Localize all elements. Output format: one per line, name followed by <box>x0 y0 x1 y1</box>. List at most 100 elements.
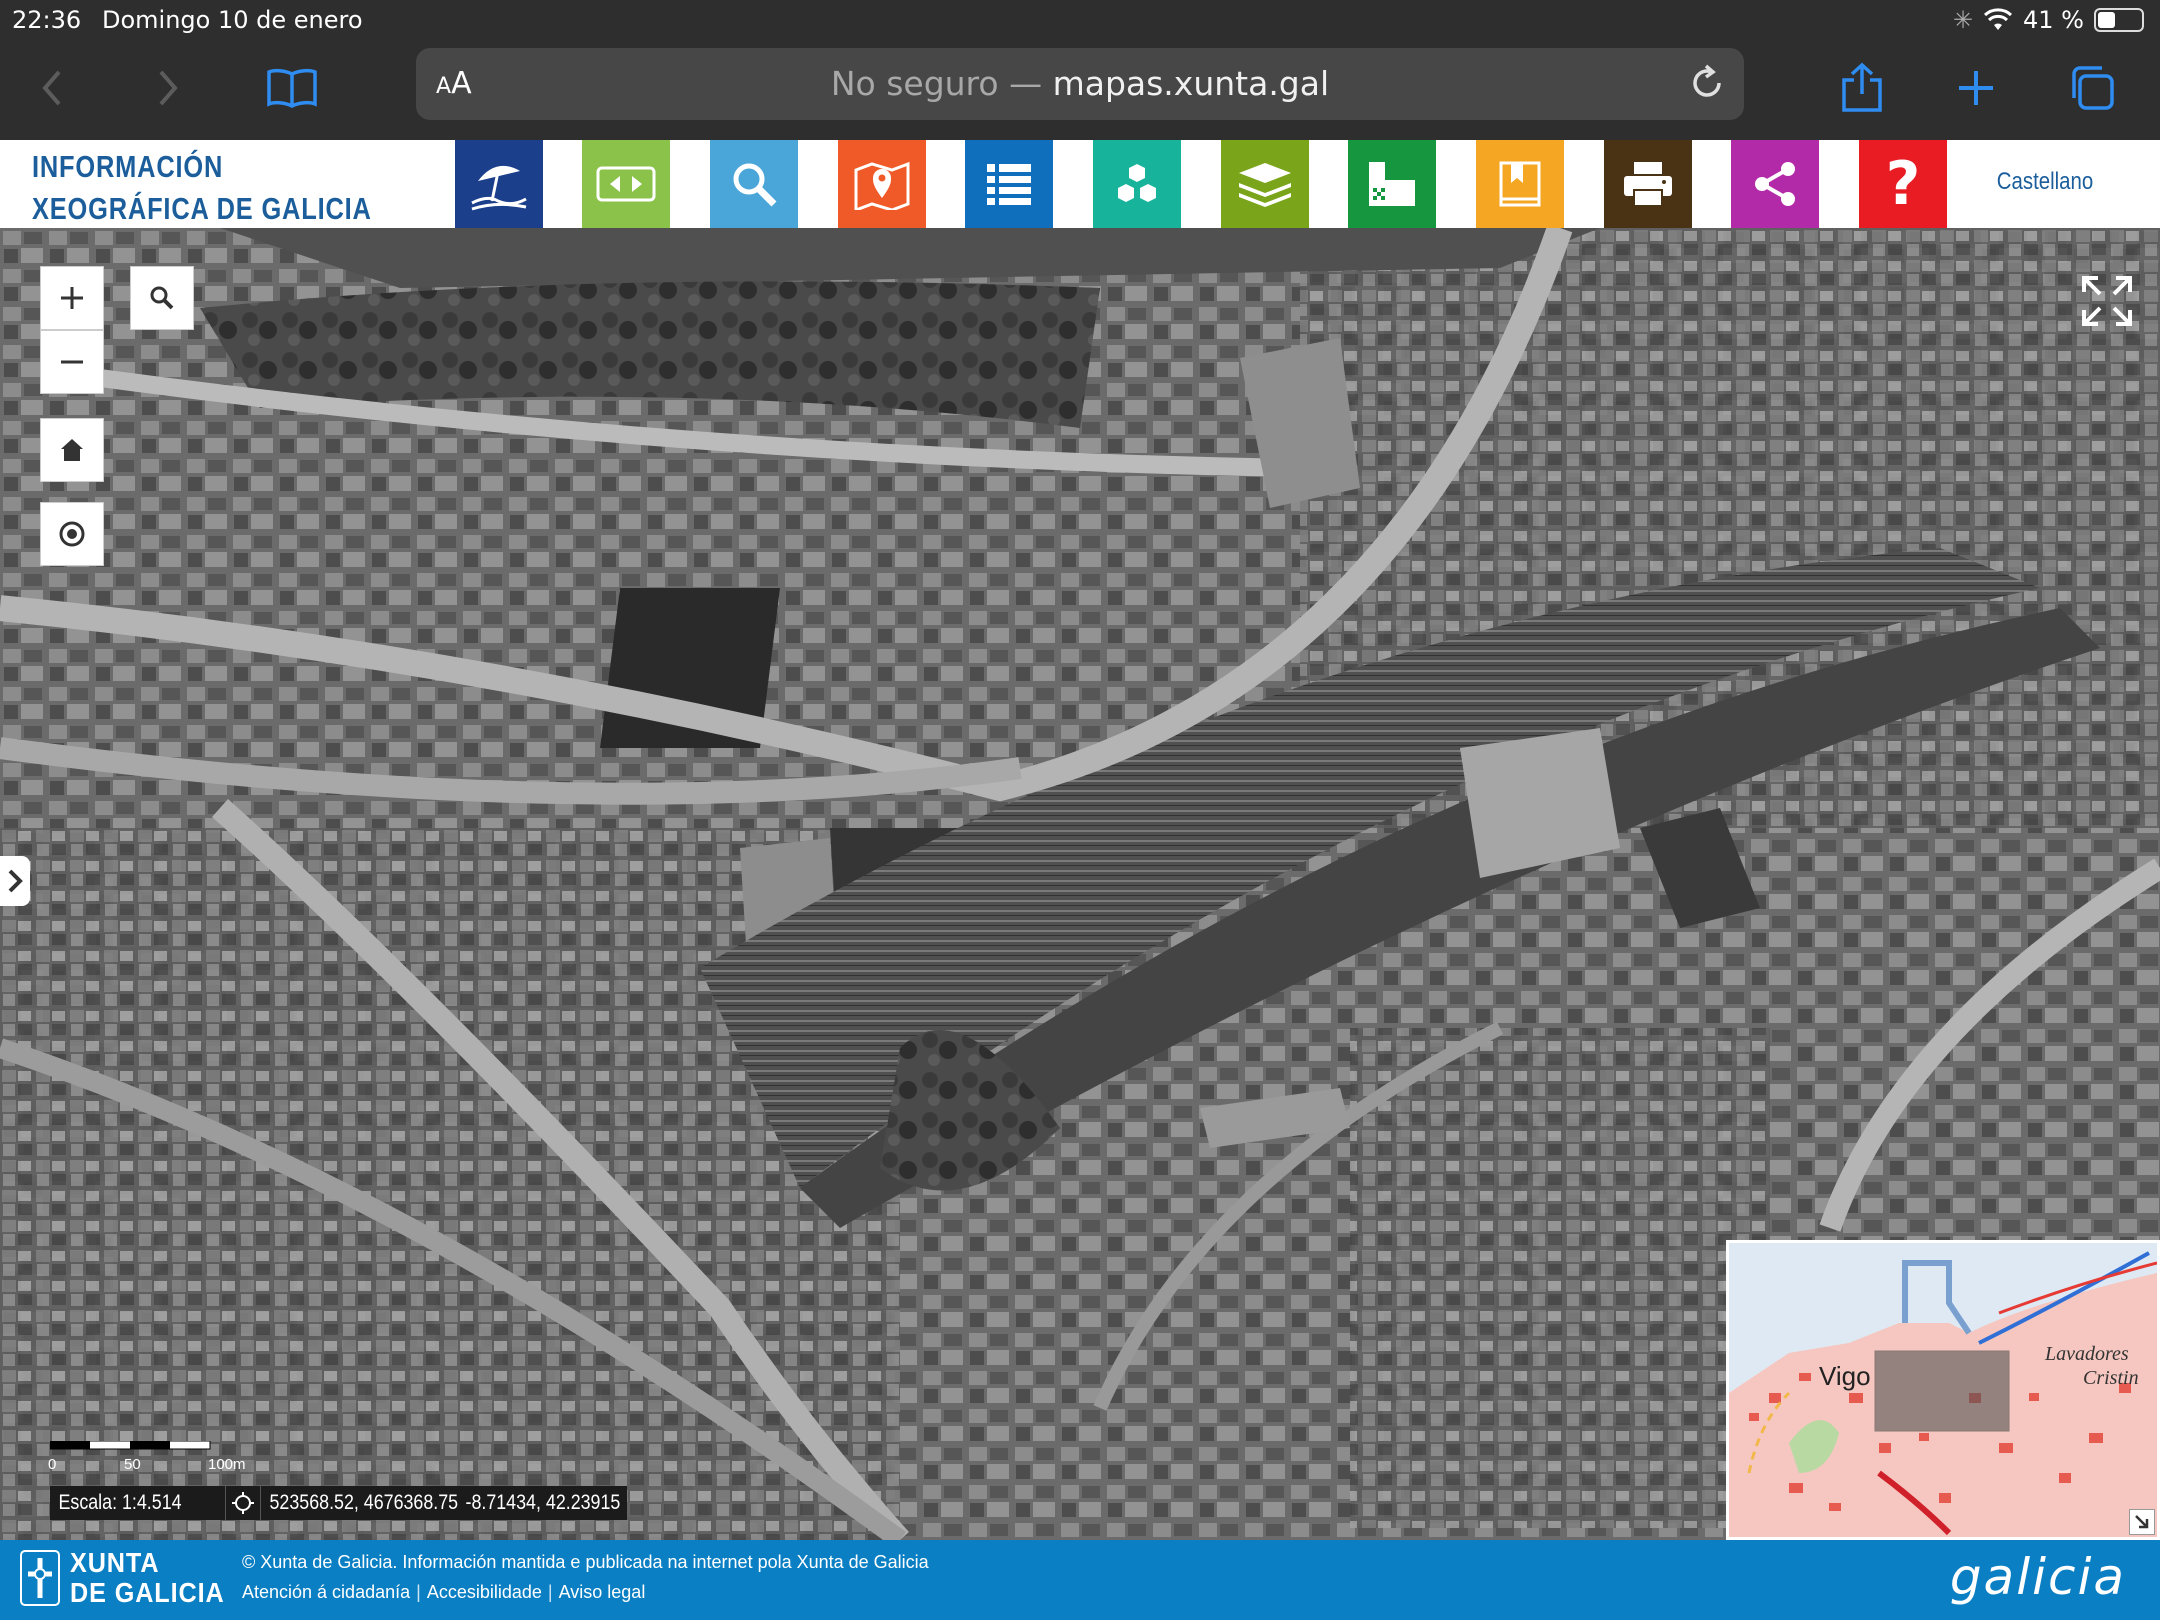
coordinates-toggle[interactable] <box>225 1486 261 1520</box>
share-icon <box>1755 162 1795 206</box>
footer-separator: | <box>416 1582 421 1602</box>
xunta-cross-icon <box>20 1550 60 1606</box>
footer-separator: | <box>547 1582 553 1602</box>
side-panel-toggle[interactable] <box>0 856 30 906</box>
footer-link-legal[interactable]: Aviso legal <box>559 1582 646 1603</box>
home-button[interactable] <box>40 418 104 482</box>
list-icon <box>987 164 1031 205</box>
fullscreen-button[interactable] <box>2080 274 2134 328</box>
xunta-line-1: XUNTA <box>70 1547 160 1578</box>
map-view[interactable]: 0 50 100m Escala: 1:4.514 523568.52, 467… <box>0 228 2160 1540</box>
tabs-icon <box>2072 66 2114 110</box>
chevron-right-icon <box>8 869 23 893</box>
search-icon <box>733 163 777 207</box>
language-selector[interactable]: Castellano <box>1973 168 2118 196</box>
arrow-down-right-icon <box>2135 1515 2149 1529</box>
chevron-left-icon <box>42 70 61 106</box>
plus-icon <box>1959 71 1993 105</box>
nav-button-beach[interactable] <box>455 140 543 228</box>
crosshair-icon <box>232 1492 254 1514</box>
site-header: INFORMACIÓN XEOGRÁFICA DE GALICIA ? Cast… <box>0 140 2160 228</box>
footer-links: Atención á cidadanía | Accesibilidade | … <box>242 1582 645 1603</box>
address-text: No seguro — mapas.xunta.gal <box>416 64 1744 103</box>
tabs-button[interactable] <box>2060 56 2124 120</box>
security-label: No seguro — <box>830 64 1043 103</box>
target-icon <box>59 521 85 547</box>
locate-button[interactable] <box>40 502 104 566</box>
xunta-logo[interactable]: XUNTA DE GALICIA <box>20 1548 242 1608</box>
scale-label: Escala: 1:4.514 <box>58 1491 182 1514</box>
nav-button-layers[interactable] <box>1221 140 1309 228</box>
swap-icon <box>596 166 656 202</box>
xunta-line-2: DE GALICIA <box>70 1577 225 1608</box>
nav-button-print[interactable] <box>1604 140 1692 228</box>
new-tab-button[interactable] <box>1944 56 2008 120</box>
status-time: 22:36 <box>12 6 82 34</box>
footer-link-citizen[interactable]: Atención á cidadanía <box>242 1582 410 1603</box>
wifi-icon <box>1983 8 2013 30</box>
coords-geo: -8.71434, 42.23915 <box>465 1491 621 1514</box>
status-date: Domingo 10 de enero <box>102 6 363 34</box>
browser-toolbar: AA No seguro — mapas.xunta.gal <box>0 40 2160 140</box>
overview-toggle-button[interactable] <box>2129 1509 2155 1535</box>
site-footer: XUNTA DE GALICIA © Xunta de Galicia. Inf… <box>0 1540 2160 1620</box>
galicia-logo[interactable]: galicia <box>1950 1548 2126 1606</box>
bookmark-icon <box>1499 161 1541 207</box>
nav-button-swap[interactable] <box>582 140 670 228</box>
overview-map[interactable]: Vigo Lavadores Cristin <box>1726 1240 2160 1540</box>
home-icon <box>61 439 83 461</box>
nav-button-search[interactable] <box>710 140 798 228</box>
minus-icon <box>61 360 83 364</box>
beach-icon <box>471 165 527 211</box>
footer-link-accessibility[interactable]: Accesibilidade <box>427 1582 542 1603</box>
status-bar: 22:36 Domingo 10 de enero ✳ 41 % <box>0 0 2160 40</box>
zoom-box-button[interactable] <box>130 266 194 330</box>
status-right: ✳ 41 % <box>1953 6 2144 34</box>
hexagons-icon <box>1118 164 1156 202</box>
map-pin-icon <box>854 161 910 210</box>
nav-button-help[interactable]: ? <box>1859 140 1947 228</box>
reload-button[interactable] <box>1688 64 1726 107</box>
grid-icon <box>1369 162 1415 206</box>
overview-label-lavadores: Lavadores <box>2045 1343 2129 1365</box>
forward-button[interactable] <box>136 56 200 120</box>
activity-icon: ✳ <box>1952 6 1974 34</box>
plus-icon <box>61 287 83 309</box>
help-icon: ? <box>1885 149 1921 219</box>
site-brand[interactable]: INFORMACIÓN XEOGRÁFICA DE GALICIA <box>32 146 372 230</box>
reload-icon <box>1693 64 1721 97</box>
overview-map-image <box>1729 1243 2157 1537</box>
scale-ruler <box>49 1440 211 1450</box>
book-icon <box>267 68 317 108</box>
scale-tick-50: 50 <box>124 1456 141 1473</box>
nav-button-share[interactable] <box>1731 140 1819 228</box>
zoom-out-button[interactable] <box>40 330 104 394</box>
address-bar[interactable]: AA No seguro — mapas.xunta.gal <box>416 48 1744 120</box>
expand-icon <box>2082 276 2132 326</box>
search-icon <box>150 286 174 310</box>
back-button[interactable] <box>20 56 84 120</box>
coords-utm: 523568.52, 4676368.75 <box>269 1491 459 1514</box>
overview-label-vigo: Vigo <box>1819 1361 1871 1391</box>
layers-icon <box>1239 163 1291 207</box>
brand-line-2: XEOGRÁFICA DE GALICIA <box>32 191 372 226</box>
nav-button-list[interactable] <box>965 140 1053 228</box>
battery-percent: 41 % <box>2023 6 2084 34</box>
coordinates-bar: Escala: 1:4.514 523568.52, 4676368.75 -8… <box>50 1486 627 1520</box>
address-host: mapas.xunta.gal <box>1052 64 1330 103</box>
scale-bar: 0 50 100m <box>48 1438 250 1478</box>
scale-tick-100: 100m <box>208 1456 246 1473</box>
brand-line-1: INFORMACIÓN <box>32 149 224 184</box>
chevron-right-icon <box>159 70 178 106</box>
nav-button-map[interactable] <box>838 140 926 228</box>
share-icon <box>1842 62 1882 112</box>
overview-label-cristin: Cristin <box>2083 1367 2139 1389</box>
battery-icon <box>2094 8 2144 32</box>
bookmarks-button[interactable] <box>260 56 324 120</box>
nav-button-hexagons[interactable] <box>1093 140 1181 228</box>
share-page-button[interactable] <box>1830 56 1894 120</box>
nav-button-bookmark[interactable] <box>1476 140 1564 228</box>
zoom-in-button[interactable] <box>40 266 104 330</box>
nav-button-grid[interactable] <box>1348 140 1436 228</box>
print-icon <box>1624 162 1672 207</box>
